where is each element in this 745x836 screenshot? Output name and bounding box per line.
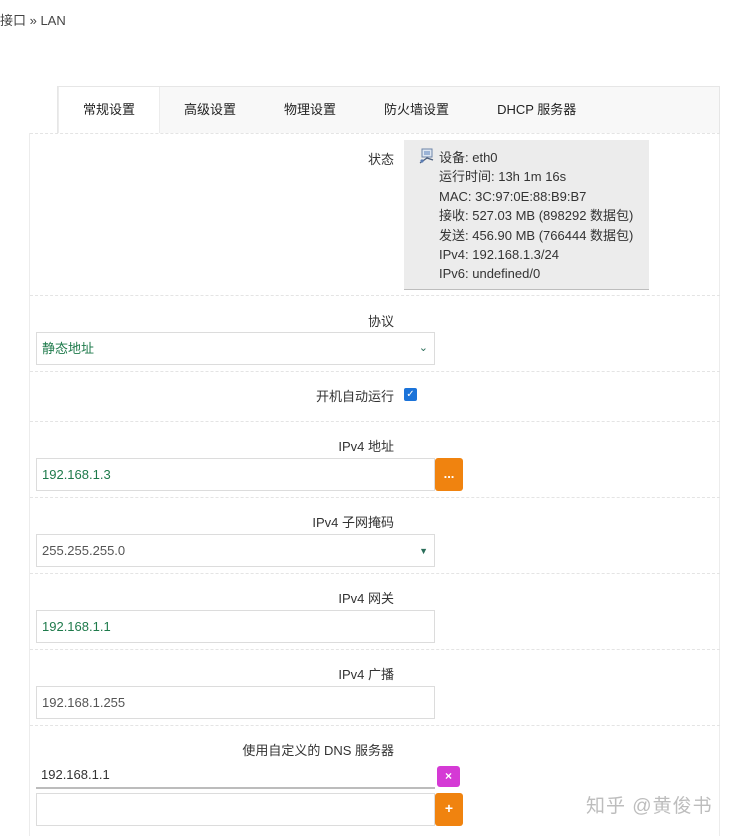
- tab-bar: 常规设置 高级设置 物理设置 防火墙设置 DHCP 服务器: [57, 86, 720, 133]
- ipv4-netmask-label: IPv4 子网掩码: [312, 515, 394, 530]
- status-label: 状态: [367, 152, 394, 167]
- watermark: 知乎 @黄俊书: [586, 796, 713, 817]
- status-ipv6: IPv6: undefined/0: [439, 266, 541, 282]
- ipv4-address-value: 192.168.1.3: [42, 467, 111, 482]
- dropdown-triangle-icon: ▼: [419, 546, 428, 556]
- ipv4-address-label: IPv4 地址: [338, 439, 394, 454]
- status-ipv4: IPv4: 192.168.1.3/24: [439, 247, 559, 263]
- status-uptime: 运行时间: 13h 1m 16s: [439, 169, 567, 185]
- autostart-label: 开机自动运行: [315, 389, 394, 404]
- status-panel: 设备: eth0 运行时间: 13h 1m 16s MAC: 3C:97:0E:…: [404, 140, 649, 290]
- ipv4-netmask-select[interactable]: 255.255.255.0 ▼: [36, 534, 435, 567]
- tab-firewall[interactable]: 防火墙设置: [360, 87, 473, 133]
- dns-row: 使用自定义的 DNS 服务器 192.168.1.1 × +: [30, 725, 720, 836]
- status-rx: 接收: 527.03 MB (898292 数据包): [439, 208, 634, 224]
- ipv4-netmask-row: IPv4 子网掩码 255.255.255.0 ▼: [30, 497, 720, 573]
- status-mac: MAC: 3C:97:0E:88:B9:B7: [439, 188, 587, 204]
- breadcrumb: 接口 » LAN: [0, 13, 66, 28]
- ipv4-address-row: IPv4 地址 192.168.1.3 ...: [30, 421, 720, 497]
- protocol-select[interactable]: 静态地址 ⌄: [36, 332, 435, 365]
- dns-label: 使用自定义的 DNS 服务器: [242, 743, 394, 758]
- dns-server-value: 192.168.1.1: [41, 767, 110, 782]
- ipv4-gateway-input[interactable]: 192.168.1.1: [36, 610, 435, 643]
- tab-advanced[interactable]: 高级设置: [160, 87, 260, 133]
- general-settings-form: 状态 设备: eth0 运行时间: 13h 1m 16s MAC: 3C:97:…: [29, 133, 720, 836]
- protocol-value: 静态地址: [42, 341, 95, 356]
- status-row: 状态 设备: eth0 运行时间: 13h 1m 16s MAC: 3C:97:…: [30, 133, 720, 295]
- status-tx: 发送: 456.90 MB (766444 数据包): [439, 227, 634, 243]
- protocol-label: 协议: [367, 314, 394, 329]
- tab-dhcp[interactable]: DHCP 服务器: [473, 87, 600, 133]
- ipv4-broadcast-value: 192.168.1.255: [42, 695, 126, 710]
- autostart-row: 开机自动运行 ✓: [30, 371, 720, 421]
- dns-remove-button[interactable]: ×: [437, 766, 460, 787]
- ipv4-gateway-value: 192.168.1.1: [42, 619, 111, 634]
- tab-general[interactable]: 常规设置: [58, 87, 161, 133]
- ipv4-address-more-button[interactable]: ...: [435, 458, 463, 491]
- ipv4-broadcast-row: IPv4 广播 192.168.1.255: [30, 649, 720, 725]
- ipv4-netmask-value: 255.255.255.0: [42, 543, 126, 558]
- ipv4-gateway-label: IPv4 网关: [338, 591, 394, 606]
- dns-server-entry[interactable]: 192.168.1.1: [36, 761, 435, 787]
- ipv4-broadcast-input[interactable]: 192.168.1.255: [36, 686, 435, 719]
- ipv4-address-input[interactable]: 192.168.1.3: [36, 458, 435, 491]
- protocol-row: 协议 静态地址 ⌄: [30, 295, 720, 371]
- dns-add-button[interactable]: +: [435, 793, 463, 826]
- status-device: 设备: eth0: [439, 150, 498, 165]
- dns-entry-underline: [36, 787, 435, 789]
- tab-physical[interactable]: 物理设置: [260, 87, 360, 133]
- autostart-checkbox[interactable]: ✓: [404, 388, 417, 401]
- ipv4-gateway-row: IPv4 网关 192.168.1.1: [30, 573, 720, 649]
- chevron-down-icon: ⌄: [418, 342, 428, 354]
- network-adapter-icon: [419, 148, 434, 164]
- dns-new-entry-input[interactable]: [36, 793, 435, 826]
- ipv4-broadcast-label: IPv4 广播: [338, 667, 394, 682]
